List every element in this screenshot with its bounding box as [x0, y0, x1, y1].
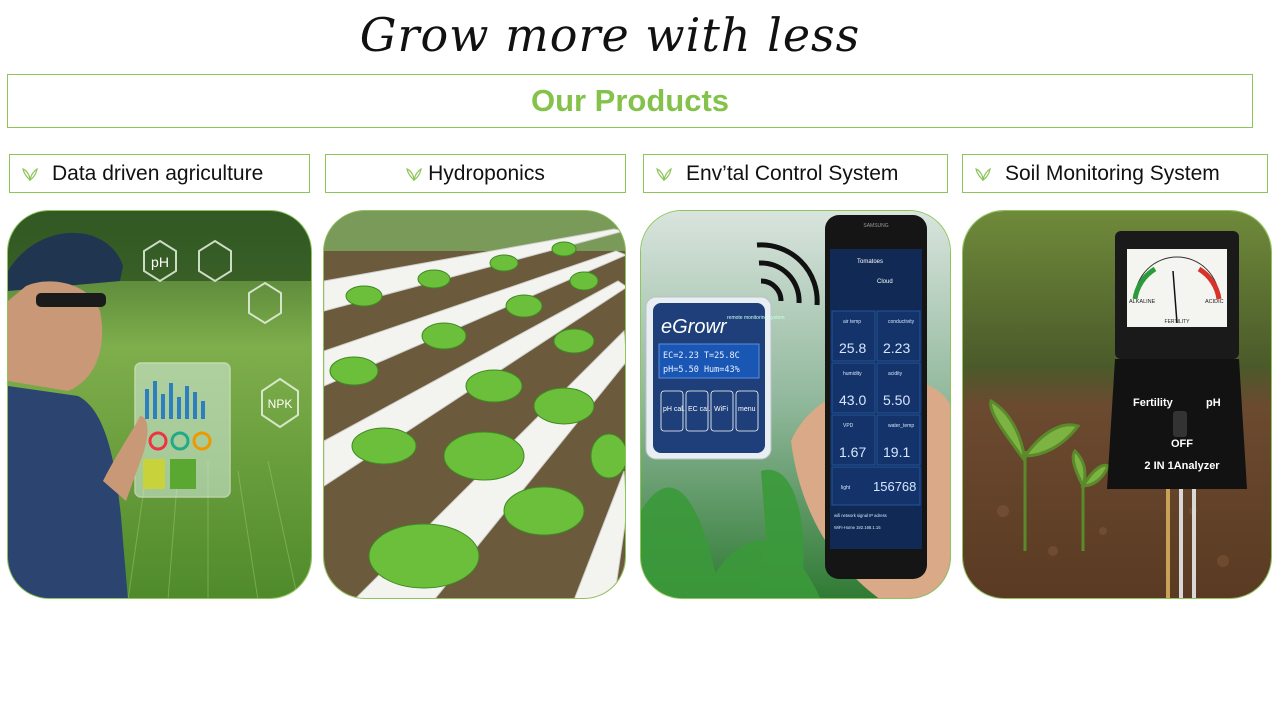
products-banner: Our Products [7, 74, 1253, 128]
leaf-icon [22, 167, 38, 181]
analyzer-probe [1179, 489, 1183, 598]
analyzer-label-fertility: Fertility [1133, 397, 1174, 409]
product-label-text: Env’tal Control System [686, 161, 899, 185]
analyzer-model: 2 IN 1Analyzer [1144, 460, 1220, 472]
gauge-label-alkaline: ALKALINE [1129, 299, 1156, 305]
product-label-text: Hydroponics [428, 161, 545, 185]
leaf-icon [406, 167, 422, 181]
app-cloud-label: Cloud [877, 279, 893, 285]
device-button-ec: EC cal. [688, 406, 711, 413]
slide-title: Grow more with less [359, 8, 861, 62]
npk-badge-text: NPK [268, 397, 293, 411]
soil-analyzer-image[interactable]: ALKALINE ACIDIC FERTILITY Fertility pH O… [962, 210, 1272, 599]
tile-label: air temp [843, 319, 861, 325]
product-label-text: Data driven agriculture [52, 161, 264, 185]
farmer-tablet-image[interactable]: pH NPK [7, 210, 312, 599]
leaf-icon [656, 167, 672, 181]
device-readout-line-2: pH=5.50 Hum=43% [663, 365, 740, 375]
tile-value: 156768 [873, 479, 916, 494]
app-header: Tomatoes [857, 259, 883, 265]
tile-value: 5.50 [883, 392, 910, 408]
app-footer-2: WiFi-Home 192.168.1.15 [834, 525, 881, 530]
product-label-data-driven[interactable]: Data driven agriculture [9, 154, 310, 193]
product-label-text: Soil Monitoring System [1005, 161, 1220, 185]
gauge-label-fertility: FERTILITY [1165, 319, 1191, 325]
tile-label: VPD [843, 423, 854, 429]
analyzer-label-off: OFF [1171, 438, 1193, 450]
tile-value: 43.0 [839, 392, 866, 408]
tile-label: humidity [843, 371, 862, 377]
analyzer-probe [1192, 489, 1196, 598]
device-button-ph: pH cal. [663, 406, 685, 413]
device-button-menu: menu [738, 406, 756, 413]
tile-label: acidity [888, 371, 903, 377]
product-label-hydroponics[interactable]: Hydroponics [325, 154, 626, 193]
analyzer-label-ph: pH [1206, 397, 1221, 409]
monitoring-device-phone-image[interactable]: eGrowr remote monitoring system EC=2.23 … [640, 210, 951, 599]
ph-badge-text: pH [151, 254, 169, 270]
banner-text: Our Products [530, 83, 730, 118]
gauge-label-acidic: ACIDIC [1205, 299, 1224, 305]
device-brand: eGrowr [661, 316, 728, 338]
device-button-wifi: WiFi [714, 406, 728, 413]
analyzer-switch [1173, 411, 1187, 437]
device-brand-sub: remote monitoring system [727, 315, 785, 321]
device-readout-line-1: EC=2.23 T=25.8C [663, 351, 740, 361]
analyzer-probe [1166, 489, 1170, 598]
leaf-icon [975, 167, 991, 181]
tile-value: 2.23 [883, 340, 910, 356]
tile-label: water_temp [888, 423, 914, 429]
app-footer-1: wifi network signal IP adress [834, 513, 887, 518]
tile-label: conductivity [888, 319, 915, 325]
tile-value: 25.8 [839, 340, 866, 356]
product-label-env-control[interactable]: Env’tal Control System [643, 154, 948, 193]
tile-value: 19.1 [883, 444, 910, 460]
phone-brand: SAMSUNG [863, 223, 888, 229]
product-label-soil[interactable]: Soil Monitoring System [962, 154, 1268, 193]
tile-label: light [841, 485, 851, 491]
tile-value: 1.67 [839, 444, 866, 460]
hydroponic-lettuce-image[interactable] [323, 210, 626, 599]
